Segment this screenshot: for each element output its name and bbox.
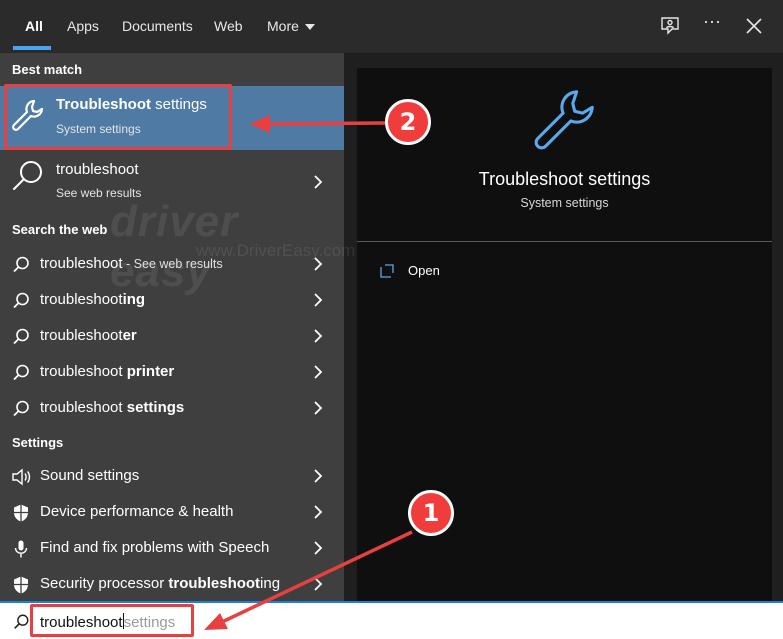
- step-badge-2: 2: [385, 99, 431, 145]
- annotation-arrows: [204, 115, 413, 630]
- step-badge-1: 1: [408, 490, 454, 536]
- arrow-to-best-match: [267, 121, 386, 126]
- arrow-to-search-box: [221, 530, 413, 624]
- arrowhead-left: [250, 115, 270, 133]
